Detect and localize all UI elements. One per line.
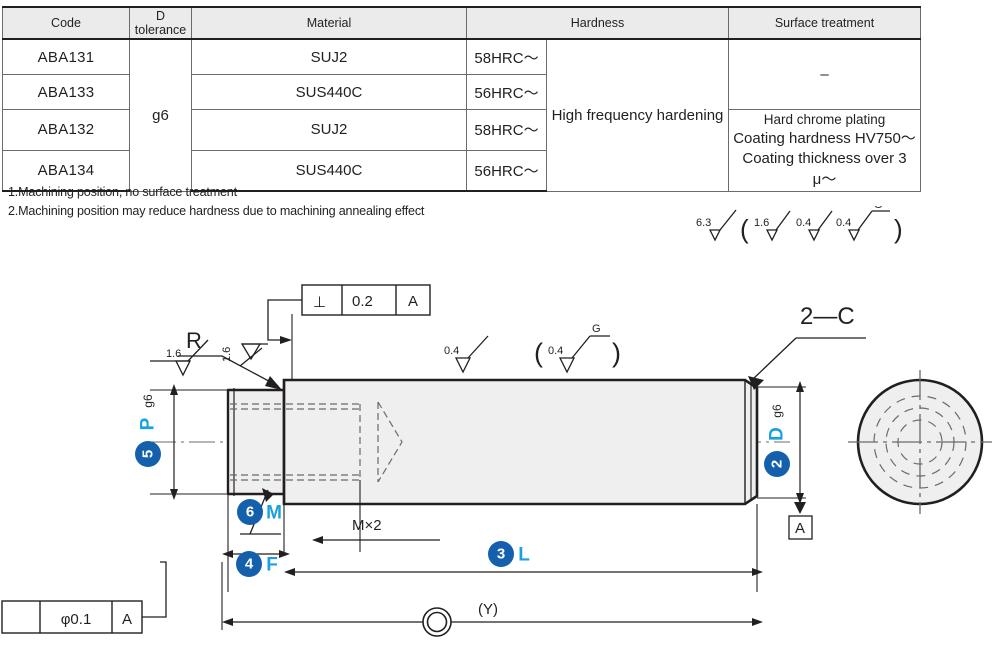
threaded-stub: [226, 388, 286, 496]
column-header-d-tolerance: D tolerance: [129, 6, 192, 40]
surface-roughness-legend: 6.3 ( 1.6 0.4 0.4 G ): [690, 206, 920, 256]
roughness-mark-shaft-grind: ( 0.4 G ): [534, 323, 621, 374]
position-tolerance-value: φ0.1: [61, 611, 92, 628]
end-view-circle: [848, 370, 992, 514]
note-1: 1.Machining position, no surface treatme…: [8, 185, 237, 199]
chamfer-callout: 2—C: [748, 303, 866, 390]
dimension-p-suffix: g6: [141, 394, 155, 408]
dimension-f-number: 4: [245, 556, 254, 573]
roughness-shaft-grind-mark: G: [592, 323, 601, 335]
cell-surface-none: –: [728, 38, 921, 110]
dimension-p-letter: P: [138, 417, 159, 430]
roughness-legend-paren-open: (: [740, 214, 749, 244]
column-header-hardness: Hardness: [466, 6, 729, 40]
roughness-shaft-paren-value: 0.4: [548, 345, 563, 357]
cell-material: SUJ2: [191, 109, 467, 151]
dimension-p-number: 5: [140, 450, 157, 458]
datum-a-right-label: A: [795, 520, 805, 537]
roughness-stub-value: 1.6: [166, 348, 181, 360]
thread-depth-label: M×2: [352, 517, 382, 534]
plating-line-3: Coating thickness over 3 μ〜: [742, 150, 907, 188]
roughness-shaft-paren-open: (: [534, 338, 543, 368]
perpendicularity-value: 0.2: [352, 293, 373, 310]
roughness-shoulder-value: 1.6: [221, 347, 233, 362]
thread-designation-number: 6: [246, 504, 254, 521]
perpendicularity-datum: A: [408, 293, 418, 310]
plating-line-1: Hard chrome plating: [763, 112, 886, 127]
perpendicularity-symbol: ⊥: [313, 294, 326, 311]
column-header-surface-treatment: Surface treatment: [728, 6, 921, 40]
cell-hardness-hrc: 58HRC〜: [466, 38, 547, 75]
tolerance-frame-perpendicularity: ⊥ 0.2 A: [267, 284, 431, 380]
cell-material: SUS440C: [191, 74, 467, 110]
dimension-d-number: 2: [769, 460, 786, 468]
dimension-y-label: (Y): [478, 601, 498, 618]
roughness-shaft-paren-close: ): [612, 338, 621, 368]
roughness-legend-fourth: 0.4: [836, 217, 851, 229]
roughness-shaft-value: 0.4: [444, 345, 459, 357]
cell-hardening-method: High frequency hardening: [546, 38, 729, 192]
cell-code: ABA132: [2, 109, 130, 151]
dimension-d-letter: D: [767, 427, 788, 441]
radius-label: R: [186, 328, 202, 353]
dimension-d-suffix: g6: [770, 404, 784, 418]
column-header-material: Material: [191, 6, 467, 40]
datum-a-right: A: [788, 502, 813, 540]
dimension-f-letter: F: [266, 555, 278, 576]
cell-code: ABA133: [2, 74, 130, 110]
column-header-code: Code: [2, 6, 130, 40]
specification-table: Code D tolerance Material Hardness Surfa…: [2, 6, 921, 193]
roughness-legend-primary: 6.3: [696, 217, 711, 229]
cell-material: SUJ2: [191, 38, 467, 75]
note-2: 2.Machining position may reduce hardness…: [8, 203, 425, 218]
cell-hardness-hrc: 58HRC〜: [466, 109, 547, 151]
cell-surface-plating: Hard chrome plating Coating hardness HV7…: [728, 109, 921, 192]
main-shaft-body: [282, 378, 759, 506]
roughness-mark-shaft: 0.4: [444, 335, 489, 374]
cell-hardness-hrc: 56HRC〜: [466, 74, 547, 110]
roughness-legend-paren-close: ): [894, 214, 903, 244]
tolerance-frame-position: φ0.1 A: [1, 561, 167, 634]
dimension-l-letter: L: [518, 545, 530, 566]
chamfer-label: 2—C: [800, 303, 855, 330]
roughness-legend-second: 1.6: [754, 217, 769, 229]
cell-code: ABA131: [2, 38, 130, 75]
plating-line-2: Coating hardness HV750〜: [733, 130, 916, 148]
roughness-legend-third: 0.4: [796, 217, 811, 229]
roughness-mark-shoulder: 1.6: [221, 343, 268, 367]
technical-drawing: ⊥ 0.2 A 1.6 1.6 R 0.4 ( 0.4 G) 2—C 5 P …: [0, 262, 998, 661]
roughness-legend-grind-mark: G: [874, 206, 883, 211]
cell-d-tolerance: g6: [129, 38, 192, 192]
table-header-row: Code D tolerance Material Hardness Surfa…: [2, 6, 921, 40]
dimension-l-number: 3: [497, 546, 505, 563]
cell-hardness-hrc: 56HRC〜: [466, 149, 547, 193]
thread-designation-letter: M: [266, 503, 282, 524]
notes-block: 1.Machining position, no surface treatme…: [8, 183, 424, 221]
position-tolerance-datum: A: [122, 611, 132, 628]
table-row: ABA131 g6 SUJ2 58HRC〜 High frequency har…: [2, 38, 921, 192]
dimension-y-overall: (Y): [221, 562, 763, 637]
